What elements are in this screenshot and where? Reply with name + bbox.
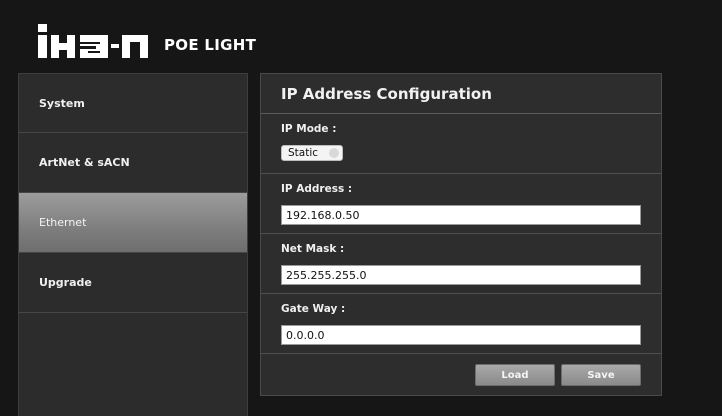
sidebar-item-artnet-sacn[interactable]: ArtNet & sACN: [19, 133, 247, 193]
ip-address-field[interactable]: [281, 205, 641, 225]
ip-address-label: IP Address :: [281, 183, 353, 195]
load-button[interactable]: Load: [475, 364, 555, 386]
net-mask-label: Net Mask :: [281, 243, 345, 255]
ip-mode-section: IP Mode : Static: [261, 114, 661, 174]
gateway-section: Gate Way :: [261, 294, 661, 354]
sidebar: System ArtNet & sACN Ethernet Upgrade: [18, 73, 248, 416]
gateway-field[interactable]: [281, 325, 641, 345]
net-mask-field[interactable]: [281, 265, 641, 285]
panel-footer: Load Save: [261, 354, 661, 396]
sidebar-item-upgrade[interactable]: Upgrade: [19, 253, 247, 313]
ip-mode-select[interactable]: Static: [281, 145, 343, 161]
ip-mode-value: Static: [288, 147, 319, 159]
sidebar-item-ethernet[interactable]: Ethernet: [19, 193, 247, 253]
logo-subtitle: POE LIGHT: [164, 36, 257, 54]
sidebar-item-system[interactable]: System: [19, 73, 247, 133]
panel-title: IP Address Configuration: [261, 74, 661, 114]
gateway-label: Gate Way :: [281, 303, 346, 315]
save-button[interactable]: Save: [561, 364, 641, 386]
ip-mode-label: IP Mode :: [281, 123, 337, 135]
dropdown-toggle-icon: [329, 148, 339, 158]
net-mask-section: Net Mask :: [261, 234, 661, 294]
ip-address-section: IP Address :: [261, 174, 661, 234]
ikan-logo-icon: [38, 24, 148, 58]
logo: POE LIGHT: [38, 24, 256, 58]
header: POE LIGHT: [0, 0, 722, 66]
ip-config-panel: IP Address Configuration IP Mode : Stati…: [260, 73, 662, 396]
